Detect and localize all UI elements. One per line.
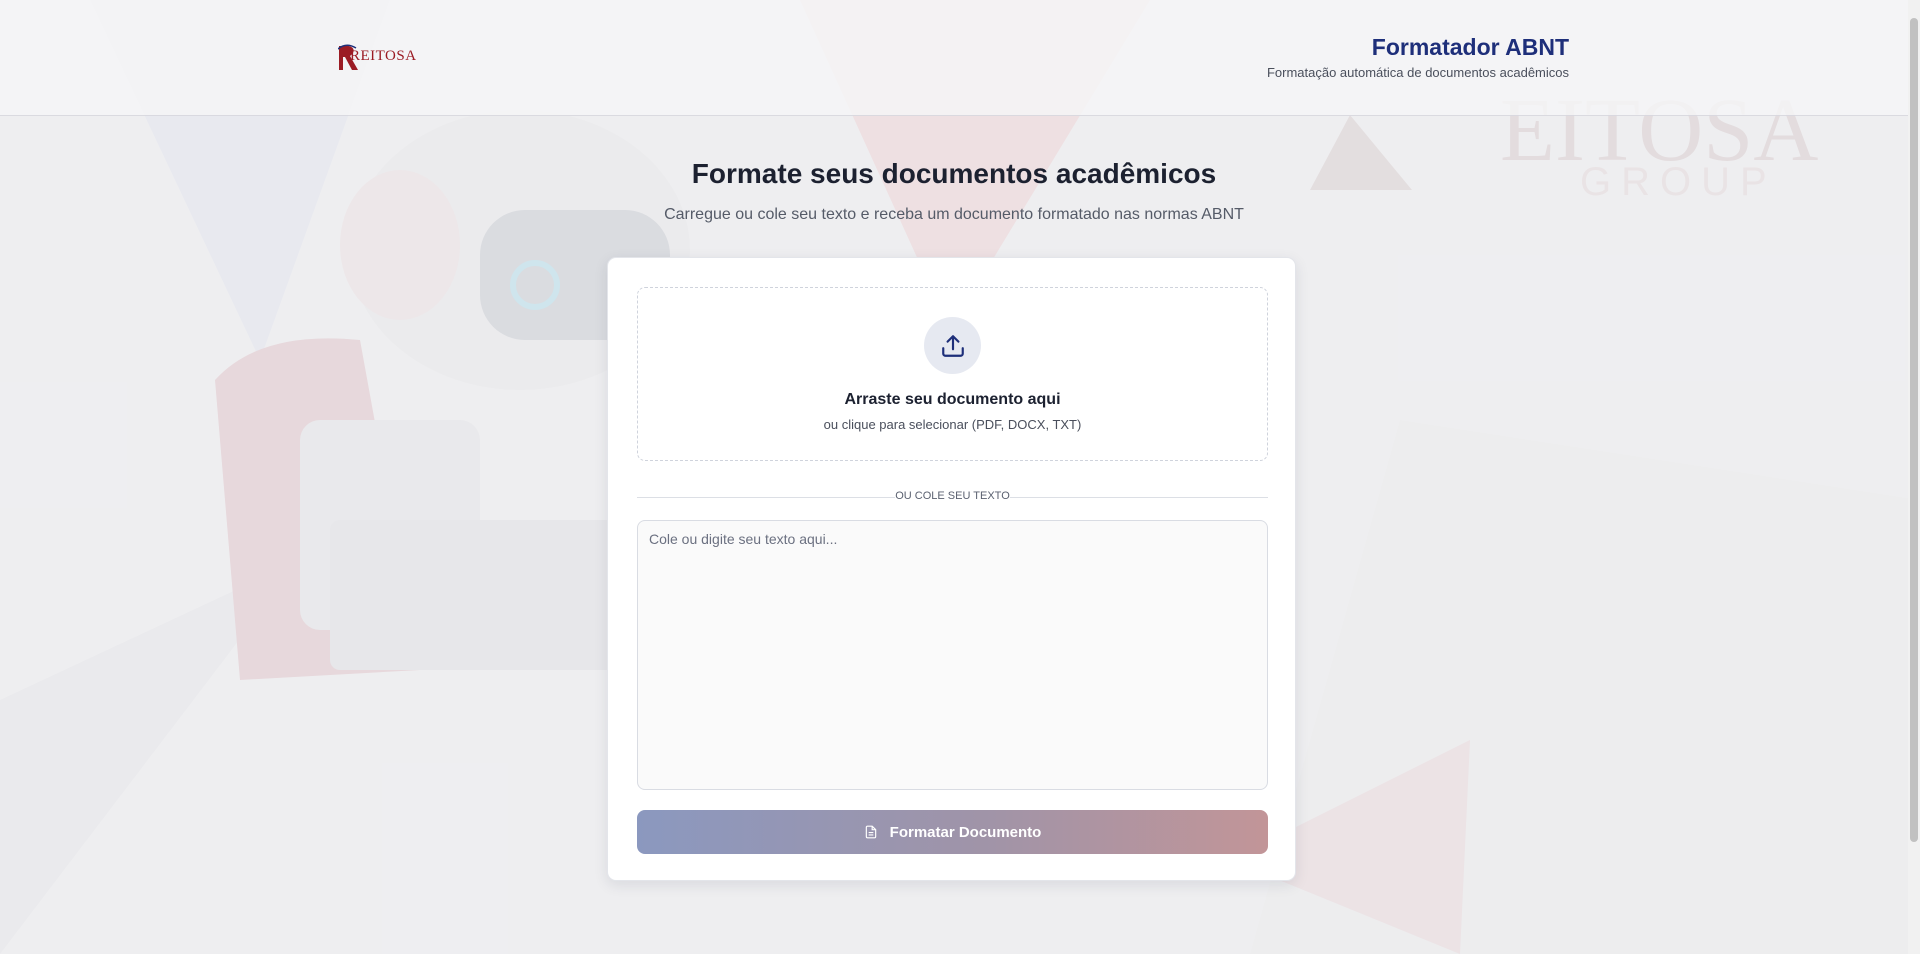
dropzone-title: Arraste seu documento aqui	[844, 391, 1061, 408]
dropzone-subtitle: ou clique para selecionar (PDF, DOCX, TX…	[823, 417, 1082, 432]
upload-icon	[941, 334, 964, 357]
format-button-label: Formatar Documento	[889, 823, 1042, 841]
page-title: Formate seus documentos acadêmicos	[691, 158, 1217, 189]
page-subtitle: Carregue ou cole seu texto e receba um d…	[664, 206, 1244, 223]
text-input[interactable]	[637, 520, 1268, 790]
file-dropzone[interactable]: Arraste seu documento aqui ou clique par…	[637, 287, 1268, 461]
logo-text: REITOSA	[350, 48, 417, 64]
divider-label: OU COLE SEU TEXTO	[895, 490, 1010, 502]
or-divider: OU COLE SEU TEXTO	[637, 489, 1268, 505]
upload-icon-container	[924, 317, 981, 374]
app-subtitle: Formatação automática de documentos acad…	[1266, 65, 1569, 80]
divider-line-right	[1010, 497, 1268, 498]
format-document-button[interactable]: Formatar Documento	[637, 810, 1268, 854]
formatter-card: Arraste seu documento aqui ou clique par…	[607, 257, 1296, 881]
page-scrollbar[interactable]	[1908, 0, 1920, 954]
app-title: Formatador ABNT	[1371, 34, 1569, 60]
app-header: REITOSA Formatador ABNT Formatação autom…	[0, 0, 1908, 116]
document-icon	[865, 825, 876, 839]
scrollbar-thumb[interactable]	[1910, 18, 1918, 842]
